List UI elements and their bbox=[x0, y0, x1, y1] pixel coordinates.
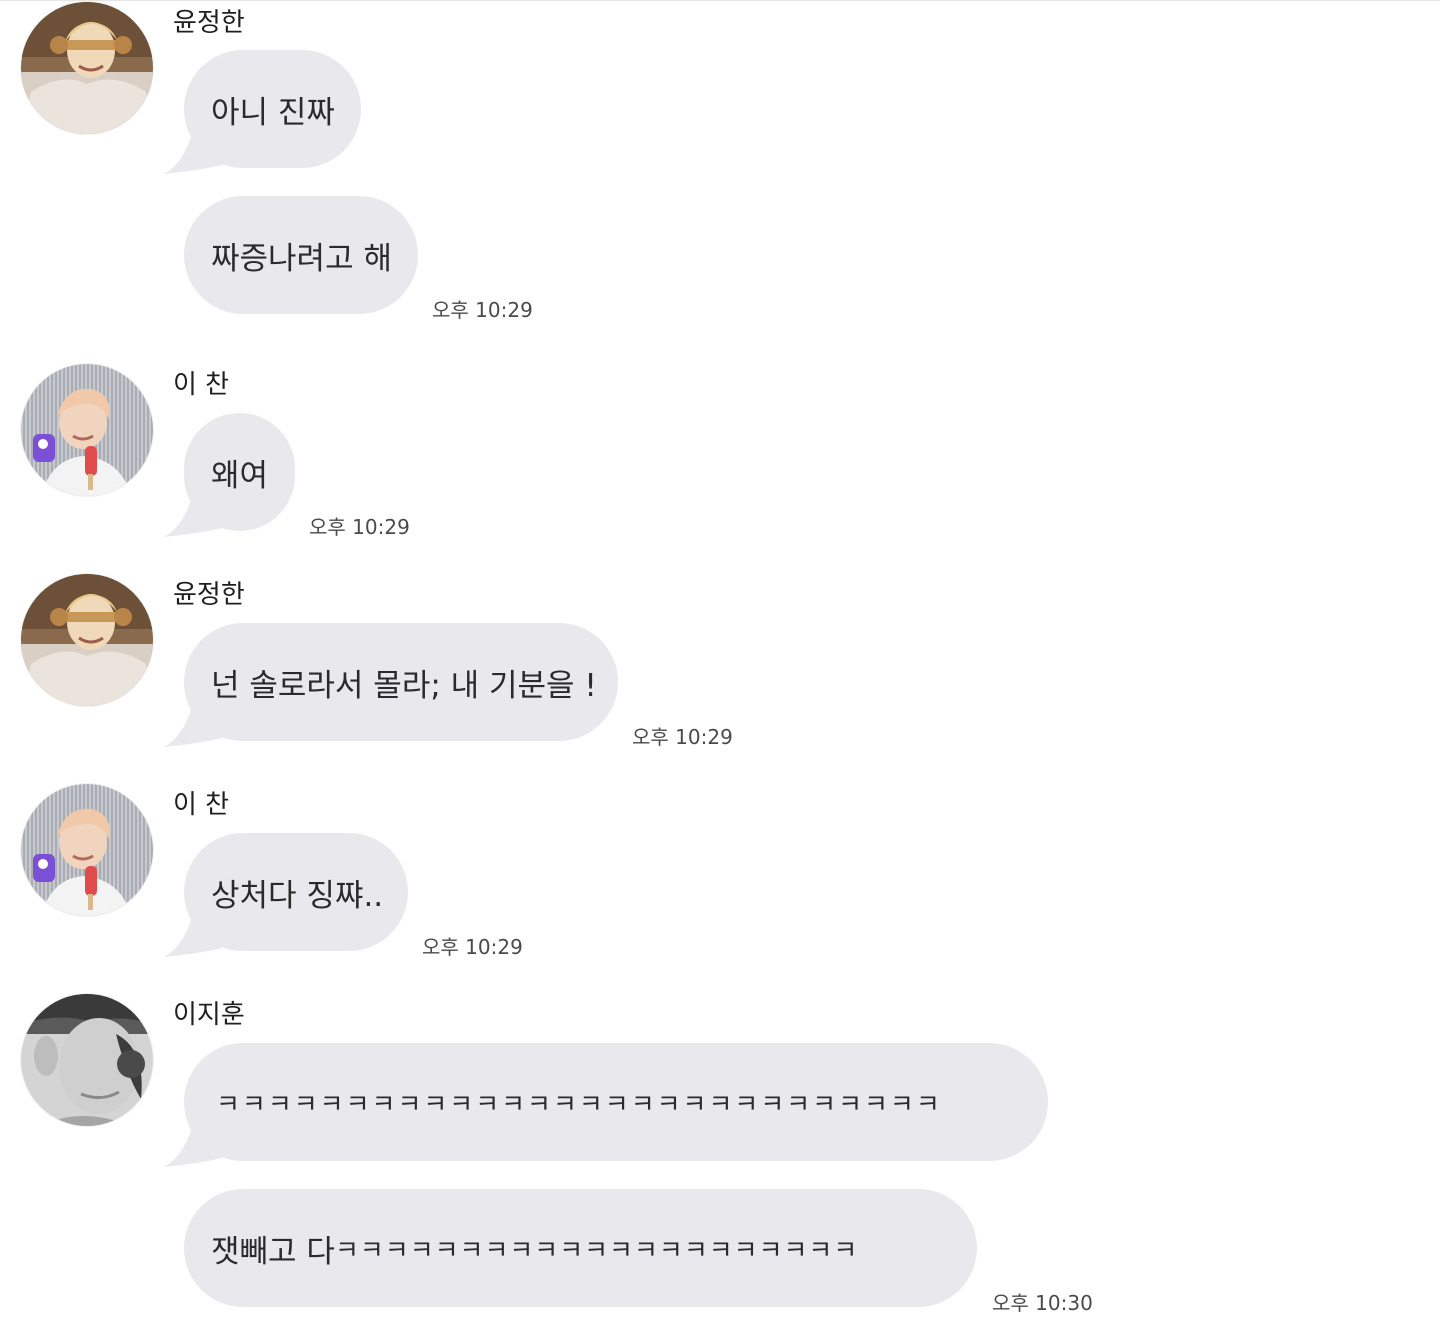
top-divider bbox=[0, 0, 1440, 1]
message-text: 넌 솔로라서 몰라; 내 기분을 ! bbox=[211, 667, 597, 704]
message-text: 왜여 bbox=[211, 457, 269, 494]
profile-photo-jihoon-icon bbox=[21, 994, 153, 1126]
message-bubble[interactable]: 잿빼고 다 ㅋㅋㅋㅋㅋㅋㅋㅋㅋㅋㅋㅋㅋㅋㅋㅋㅋㅋㅋㅋㅋ bbox=[184, 1189, 977, 1307]
message-text-laugh: ㅋㅋㅋㅋㅋㅋㅋㅋㅋㅋㅋㅋㅋㅋㅋㅋㅋㅋㅋㅋㅋ bbox=[334, 1235, 859, 1266]
profile-photo-chan-icon bbox=[21, 784, 153, 916]
message-timestamp: 오후 10:29 bbox=[422, 935, 523, 959]
sender-name: 이 찬 bbox=[173, 370, 230, 400]
message-text: 상처다 징쨔.. bbox=[211, 877, 384, 914]
avatar-jihoon[interactable] bbox=[21, 994, 153, 1126]
message-timestamp: 오후 10:30 bbox=[992, 1291, 1093, 1315]
message-text: 아니 진짜 bbox=[211, 94, 335, 131]
message-timestamp: 오후 10:29 bbox=[309, 515, 410, 539]
profile-photo-jeonghan-icon bbox=[21, 2, 153, 134]
avatar-jeonghan[interactable] bbox=[21, 2, 153, 134]
message-timestamp: 오후 10:29 bbox=[632, 725, 733, 749]
avatar-chan[interactable] bbox=[21, 364, 153, 496]
message-bubble[interactable]: ㅋㅋㅋㅋㅋㅋㅋㅋㅋㅋㅋㅋㅋㅋㅋㅋㅋㅋㅋㅋㅋㅋㅋㅋㅋㅋㅋㅋ bbox=[184, 1043, 1048, 1161]
avatar-jeonghan[interactable] bbox=[21, 574, 153, 706]
message-text: 짜증나려고 해 bbox=[211, 240, 392, 277]
message-bubble[interactable]: 넌 솔로라서 몰라; 내 기분을 ! bbox=[184, 623, 618, 741]
profile-photo-chan-icon bbox=[21, 364, 153, 496]
avatar-chan[interactable] bbox=[21, 784, 153, 916]
message-bubble[interactable]: 아니 진짜 bbox=[184, 50, 361, 168]
message-bubble[interactable]: 왜여 bbox=[184, 413, 295, 531]
message-text: ㅋㅋㅋㅋㅋㅋㅋㅋㅋㅋㅋㅋㅋㅋㅋㅋㅋㅋㅋㅋㅋㅋㅋㅋㅋㅋㅋㅋ bbox=[216, 1089, 942, 1120]
profile-photo-jeonghan-icon bbox=[21, 574, 153, 706]
sender-name: 윤정한 bbox=[173, 580, 245, 610]
message-bubble[interactable]: 상처다 징쨔.. bbox=[184, 833, 408, 951]
sender-name: 이 찬 bbox=[173, 790, 230, 820]
sender-name: 윤정한 bbox=[173, 8, 245, 38]
message-text: 잿빼고 다 bbox=[211, 1233, 335, 1270]
message-timestamp: 오후 10:29 bbox=[432, 298, 533, 322]
message-bubble[interactable]: 짜증나려고 해 bbox=[184, 196, 418, 314]
sender-name: 이지훈 bbox=[173, 1000, 245, 1030]
